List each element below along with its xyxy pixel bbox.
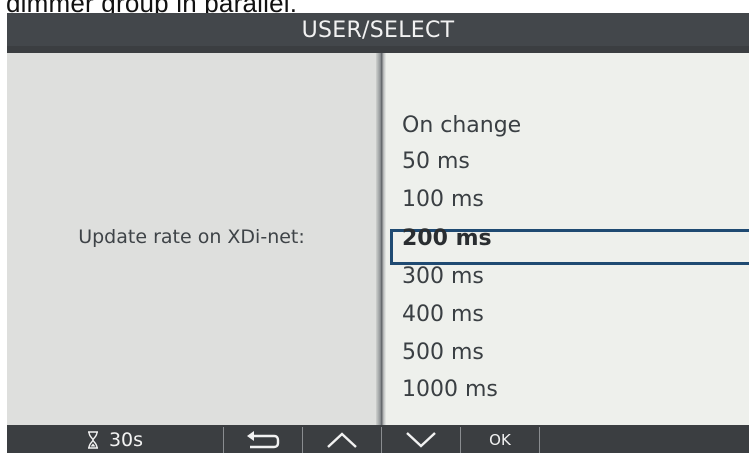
panel-divider <box>376 53 386 425</box>
chevron-up-icon <box>325 430 359 450</box>
timer-label: 30s <box>108 429 144 451</box>
chevron-down-icon <box>404 430 438 450</box>
setting-label: Update rate on XDi-net: <box>78 226 305 248</box>
down-button[interactable] <box>382 427 460 453</box>
options-list[interactable]: On change 50 ms 100 ms 200 ms 300 ms 400… <box>386 53 749 425</box>
ok-label: OK <box>489 431 511 449</box>
screen-title: USER/SELECT <box>7 13 749 46</box>
setting-label-panel: Update rate on XDi-net: <box>7 53 376 425</box>
option-400-ms[interactable]: 400 ms <box>402 302 484 327</box>
option-50-ms[interactable]: 50 ms <box>402 149 470 174</box>
option-200-ms[interactable]: 200 ms <box>402 226 492 251</box>
option-on-change[interactable]: On change <box>402 113 521 138</box>
back-button[interactable] <box>224 427 302 453</box>
option-1000-ms[interactable]: 1000 ms <box>402 377 498 402</box>
option-100-ms[interactable]: 100 ms <box>402 187 484 212</box>
up-button[interactable] <box>303 427 381 453</box>
softkey-separator <box>539 427 540 453</box>
ok-button[interactable]: OK <box>461 427 539 453</box>
device-display: USER/SELECT Update rate on XDi-net: On c… <box>7 13 749 453</box>
back-arrow-icon <box>244 430 282 450</box>
hourglass-icon <box>87 431 99 449</box>
option-500-ms[interactable]: 500 ms <box>402 340 484 365</box>
softkey-bar: 30s OK <box>7 427 749 453</box>
option-300-ms[interactable]: 300 ms <box>402 264 484 289</box>
timer-softkey[interactable]: 30s <box>7 427 223 453</box>
